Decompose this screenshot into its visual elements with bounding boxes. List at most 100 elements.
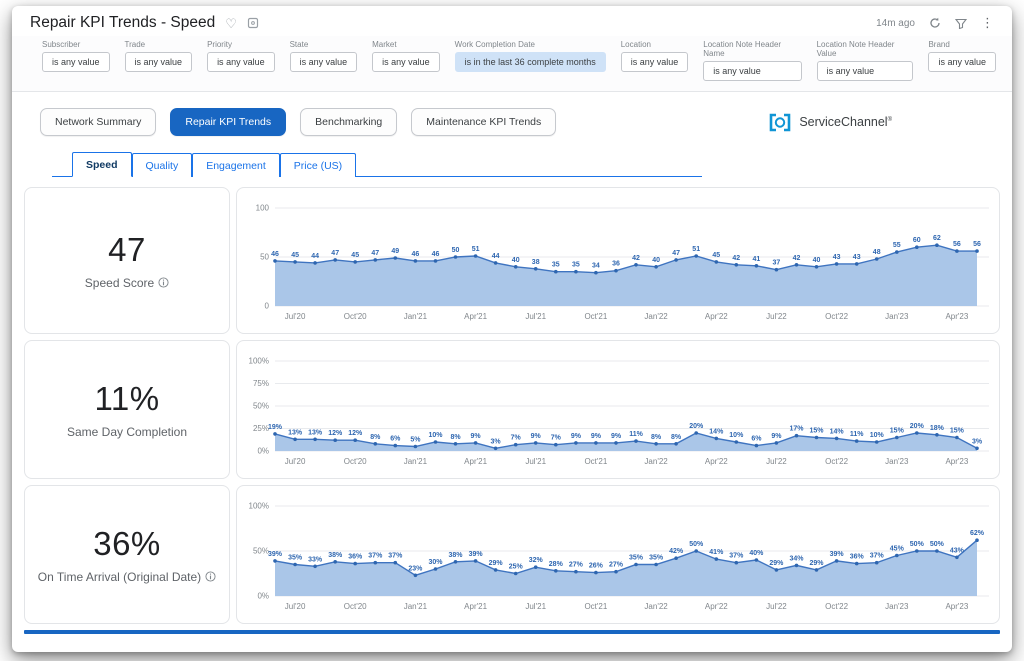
filter-value-input[interactable]: is any value [125,52,193,72]
svg-text:42%: 42% [669,548,684,555]
filter-label: Priority [207,40,275,49]
filter-state: Stateis any value [290,40,358,72]
svg-text:Apr'22: Apr'22 [705,312,728,321]
svg-text:50%: 50% [253,401,269,410]
svg-text:56: 56 [973,241,981,248]
nav-button-maintenance-kpi-trends[interactable]: Maintenance KPI Trends [411,108,556,136]
svg-text:62%: 62% [970,530,985,537]
svg-text:0%: 0% [257,446,269,455]
svg-text:40: 40 [652,256,660,263]
svg-text:43: 43 [833,253,841,260]
svg-text:20%: 20% [689,423,704,430]
svg-text:9%: 9% [471,432,482,439]
svg-text:35%: 35% [629,554,644,561]
nav-button-benchmarking[interactable]: Benchmarking [300,108,397,136]
tab-engagement[interactable]: Engagement [192,153,280,177]
filter-value-input[interactable]: is any value [42,52,110,72]
filter-subscriber: Subscriberis any value [42,40,110,72]
area-chart-svg[interactable]: 100%50%0%Jul'20Oct'20Jan'21Apr'21Jul'21O… [243,491,993,613]
area-chart-svg[interactable]: 100500Jul'20Oct'20Jan'21Apr'21Jul'21Oct'… [243,193,993,323]
svg-text:Jul'21: Jul'21 [525,312,546,321]
svg-text:8%: 8% [651,433,662,440]
tab-speed[interactable]: Speed [72,152,132,177]
filter-funnel-icon[interactable] [955,18,967,29]
filter-value-input[interactable]: is any value [703,61,801,81]
tab-price-us[interactable]: Price (US) [280,153,356,177]
svg-text:12%: 12% [328,430,343,437]
svg-text:45: 45 [712,251,720,258]
page-title: Repair KPI Trends - Speed [30,14,215,32]
filter-value-input[interactable]: is any value [290,52,358,72]
trend-chart-same-day-completion[interactable]: 100%75%50%25%0%Jul'20Oct'20Jan'21Apr'21J… [236,340,1000,479]
filter-label: Trade [125,40,193,49]
svg-text:Apr'22: Apr'22 [705,457,728,466]
svg-text:3%: 3% [491,438,502,445]
kebab-menu-icon[interactable]: ⋮ [981,15,994,31]
svg-text:43%: 43% [950,547,965,554]
favorite-heart-icon[interactable]: ♡ [225,17,237,30]
svg-text:11%: 11% [850,431,864,438]
svg-text:Jul'21: Jul'21 [525,602,546,611]
svg-text:Apr'21: Apr'21 [464,312,487,321]
svg-text:42: 42 [732,254,740,261]
svg-text:Jul'20: Jul'20 [285,602,306,611]
svg-text:42: 42 [793,254,801,261]
svg-text:28%: 28% [549,560,564,567]
refresh-icon[interactable] [929,17,941,29]
filter-label: Location Note Header Value [817,40,914,58]
svg-text:33%: 33% [308,556,323,563]
tab-quality[interactable]: Quality [132,153,193,177]
svg-text:Jan'21: Jan'21 [404,602,428,611]
nav-button-repair-kpi-trends[interactable]: Repair KPI Trends [170,108,286,136]
brand-name: ServiceChannel® [799,115,892,129]
svg-text:29%: 29% [769,559,784,566]
svg-text:Oct'20: Oct'20 [344,457,367,466]
trend-chart-on-time-arrival-original-date[interactable]: 100%50%0%Jul'20Oct'20Jan'21Apr'21Jul'21O… [236,485,1000,624]
svg-text:44: 44 [311,252,319,259]
svg-text:12%: 12% [348,430,363,437]
svg-text:Oct'20: Oct'20 [344,602,367,611]
svg-text:23%: 23% [408,565,423,572]
area-chart-svg[interactable]: 100%75%50%25%0%Jul'20Oct'20Jan'21Apr'21J… [243,346,993,468]
kpi-label-text: Same Day Completion [67,425,187,439]
svg-text:50: 50 [260,252,269,261]
svg-text:47: 47 [371,249,379,256]
svg-text:38%: 38% [448,551,463,558]
filter-label: Location [621,40,689,49]
svg-text:0%: 0% [257,591,269,600]
filter-value-input[interactable]: is any value [928,52,996,72]
filter-value-input[interactable]: is any value [817,61,914,81]
kpi-label: Speed Score [85,276,169,290]
svg-text:38: 38 [532,258,540,265]
svg-text:25%: 25% [253,424,269,433]
filter-value-input[interactable]: is any value [372,52,440,72]
svg-text:49: 49 [391,248,399,255]
embed-window-icon[interactable] [247,17,259,29]
tab-leading-spacer [52,170,72,176]
filter-value-input[interactable]: is any value [621,52,689,72]
svg-text:Apr'23: Apr'23 [945,312,968,321]
svg-text:36%: 36% [850,553,865,560]
svg-text:45: 45 [351,251,359,258]
svg-text:46: 46 [412,250,420,257]
svg-text:10%: 10% [870,432,885,439]
svg-text:Oct'22: Oct'22 [825,457,848,466]
svg-text:Jan'23: Jan'23 [885,457,909,466]
svg-text:42: 42 [632,254,640,261]
info-icon[interactable] [205,571,216,582]
filter-brand: Brandis any value [928,40,996,72]
svg-text:62: 62 [933,235,941,242]
svg-text:7%: 7% [511,434,522,441]
svg-text:50%: 50% [910,541,925,548]
kpi-label: On Time Arrival (Original Date) [38,570,216,584]
trend-chart-speed-score[interactable]: 100500Jul'20Oct'20Jan'21Apr'21Jul'21Oct'… [236,187,1000,334]
nav-button-network-summary[interactable]: Network Summary [40,108,156,136]
svg-text:14%: 14% [709,428,724,435]
filter-value-input[interactable]: is in the last 36 complete months [455,52,606,72]
svg-text:17%: 17% [789,425,804,432]
info-icon[interactable] [158,277,169,288]
svg-text:35%: 35% [288,554,303,561]
filter-value-input[interactable]: is any value [207,52,275,72]
svg-text:39%: 39% [469,550,484,557]
svg-text:100: 100 [256,203,270,212]
